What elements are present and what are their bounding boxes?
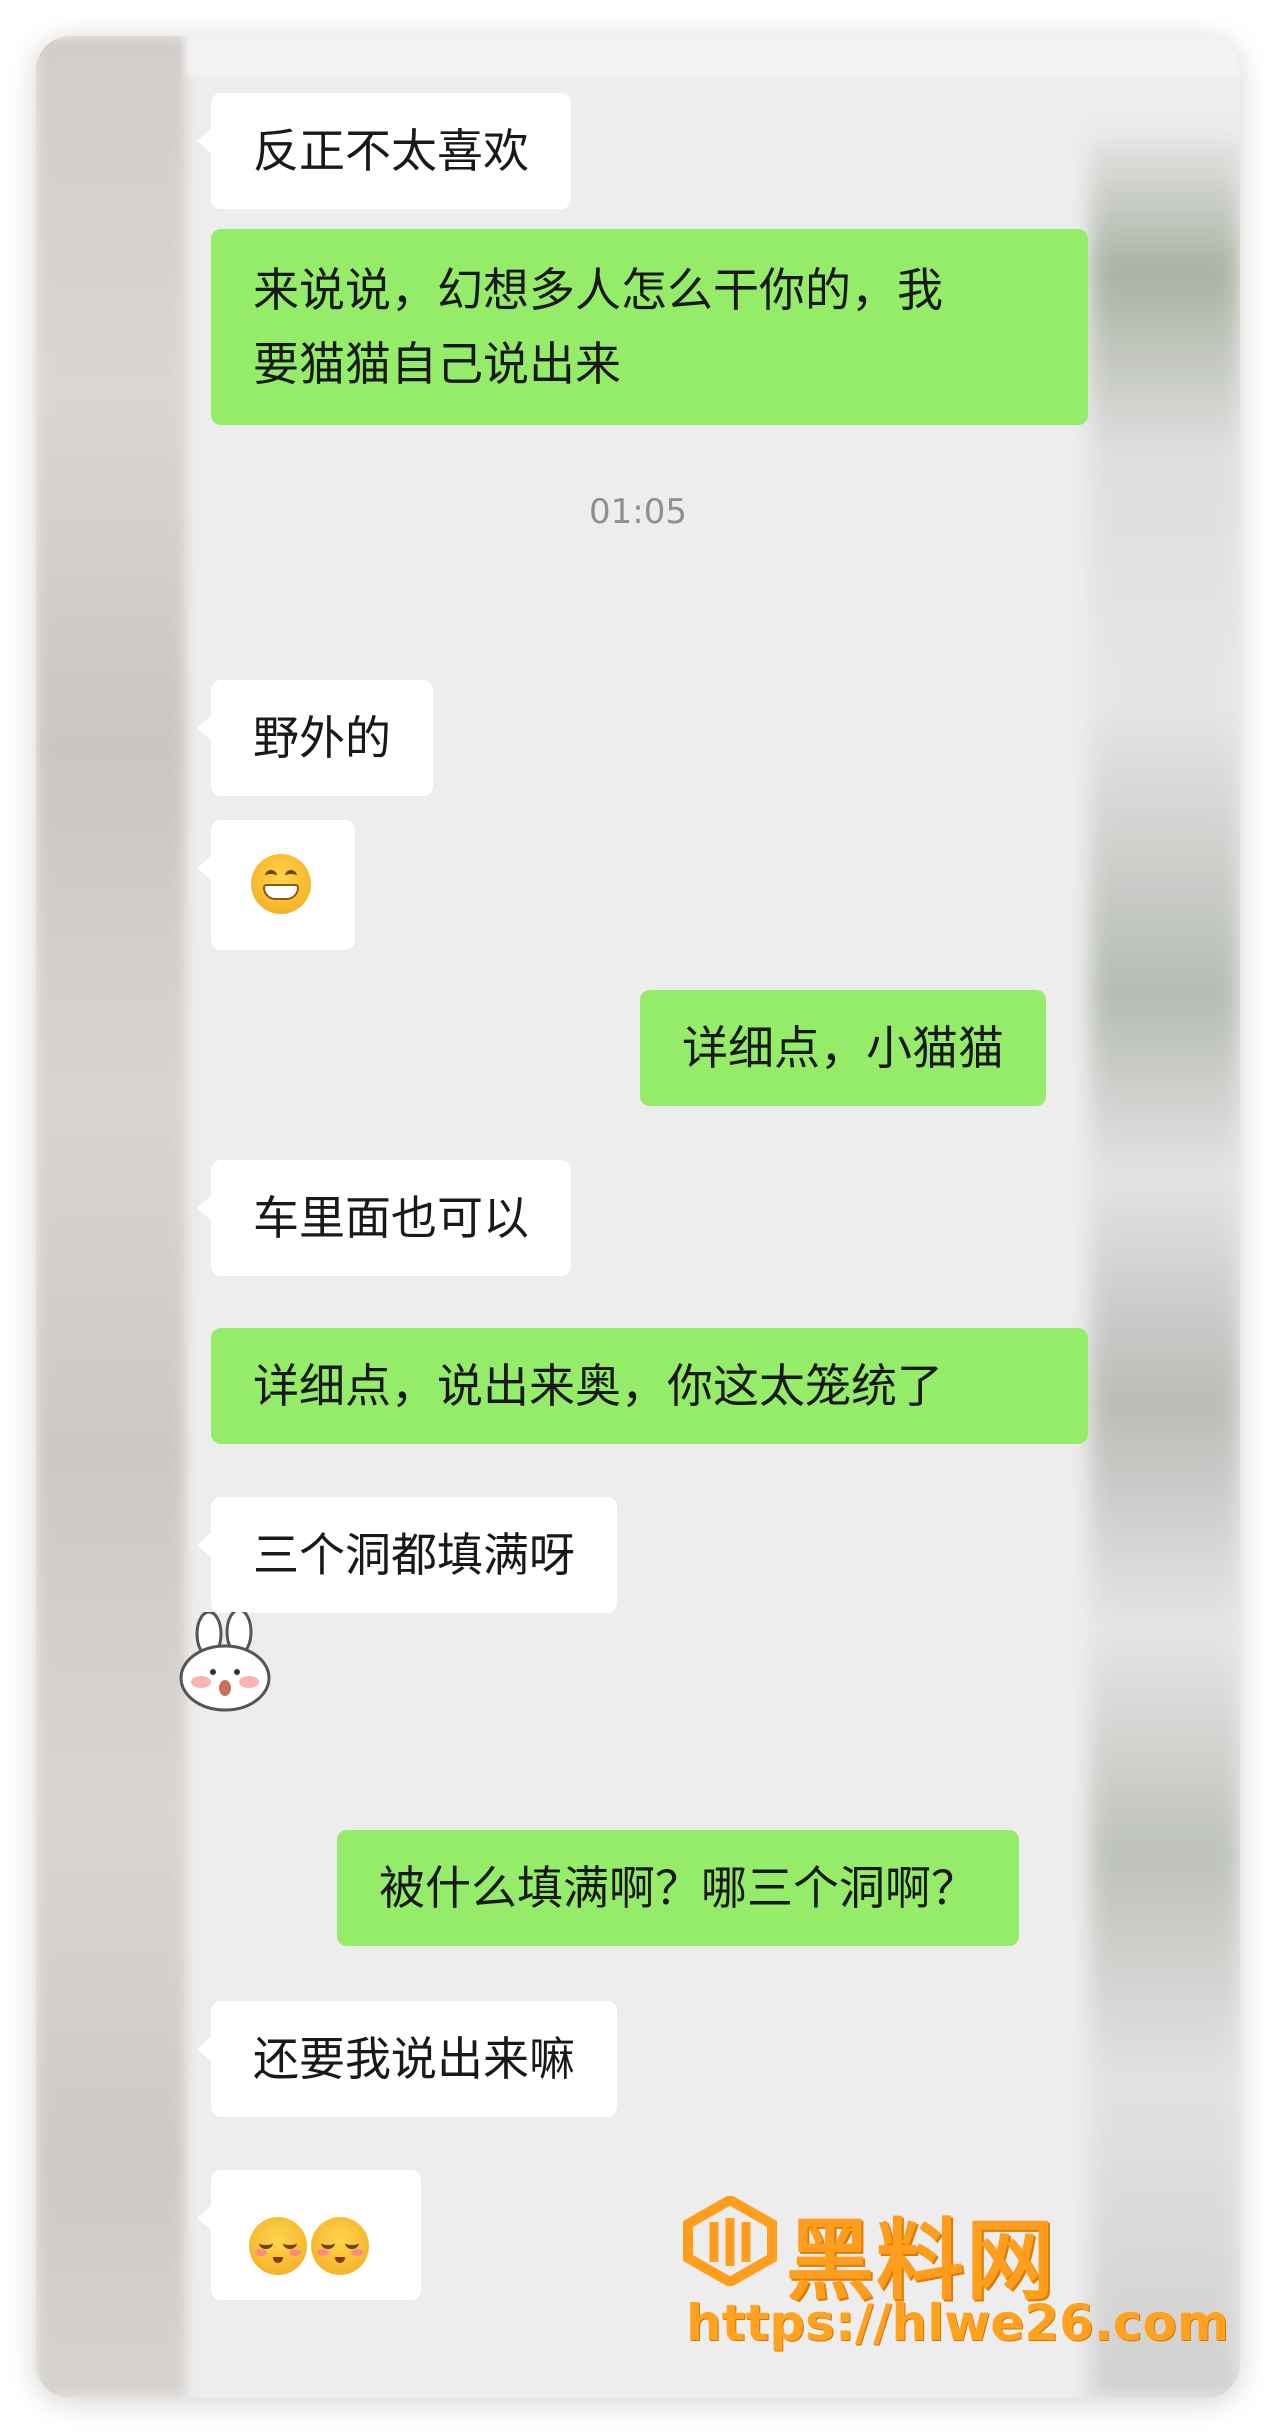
blushing-face-icon	[249, 2216, 307, 2275]
message-text: 三个洞都填满呀	[253, 1528, 575, 1582]
message-outgoing[interactable]: 来说说，幻想多人怎么干你的，我 要猫猫自己说出来	[211, 229, 1088, 425]
rabbit-sticker-icon[interactable]	[173, 1612, 281, 1712]
message-incoming[interactable]: 车里面也可以	[197, 1160, 571, 1276]
message-incoming[interactable]: 野外的	[197, 680, 433, 796]
message-incoming[interactable]: 三个洞都填满呀	[197, 1497, 617, 1613]
message-text-line: 要猫猫自己说出来	[253, 337, 621, 391]
blurred-avatar-column	[36, 36, 186, 2398]
message-text: 还要我说出来嘛	[253, 2032, 575, 2086]
blushing-face-icon	[311, 2216, 369, 2275]
message-text: 反正不太喜欢	[253, 124, 529, 178]
site-watermark: 黑料网 https://hlwe26.com	[680, 2190, 1229, 2370]
message-text: 详细点，说出来奥，你这太笼统了	[253, 1359, 943, 1413]
chat-timestamp: 01:05	[589, 492, 687, 532]
message-text-line: 来说说，幻想多人怎么干你的，我	[253, 263, 943, 317]
message-outgoing[interactable]: 详细点，说出来奥，你这太笼统了	[211, 1328, 1088, 1444]
message-incoming-emoji[interactable]	[197, 820, 355, 950]
grinning-face-icon	[251, 854, 311, 914]
message-text: 详细点，小猫猫	[682, 1021, 1004, 1075]
message-incoming[interactable]: 反正不太喜欢	[197, 93, 571, 209]
blurred-right-avatars	[1090, 136, 1240, 2398]
message-text: 野外的	[253, 711, 391, 765]
watermark-url: https://hlwe26.com	[686, 2294, 1229, 2352]
message-text: 车里面也可以	[253, 1191, 529, 1245]
message-incoming-emoji[interactable]	[197, 2170, 421, 2300]
message-incoming[interactable]: 还要我说出来嘛	[197, 2001, 617, 2117]
message-outgoing[interactable]: 详细点，小猫猫	[640, 990, 1046, 1106]
watermark-logo-icon	[683, 2196, 777, 2286]
blurred-top-edge	[186, 36, 1240, 76]
message-text: 被什么填满啊？哪三个洞啊？	[379, 1861, 977, 1915]
message-outgoing[interactable]: 被什么填满啊？哪三个洞啊？	[337, 1830, 1019, 1946]
